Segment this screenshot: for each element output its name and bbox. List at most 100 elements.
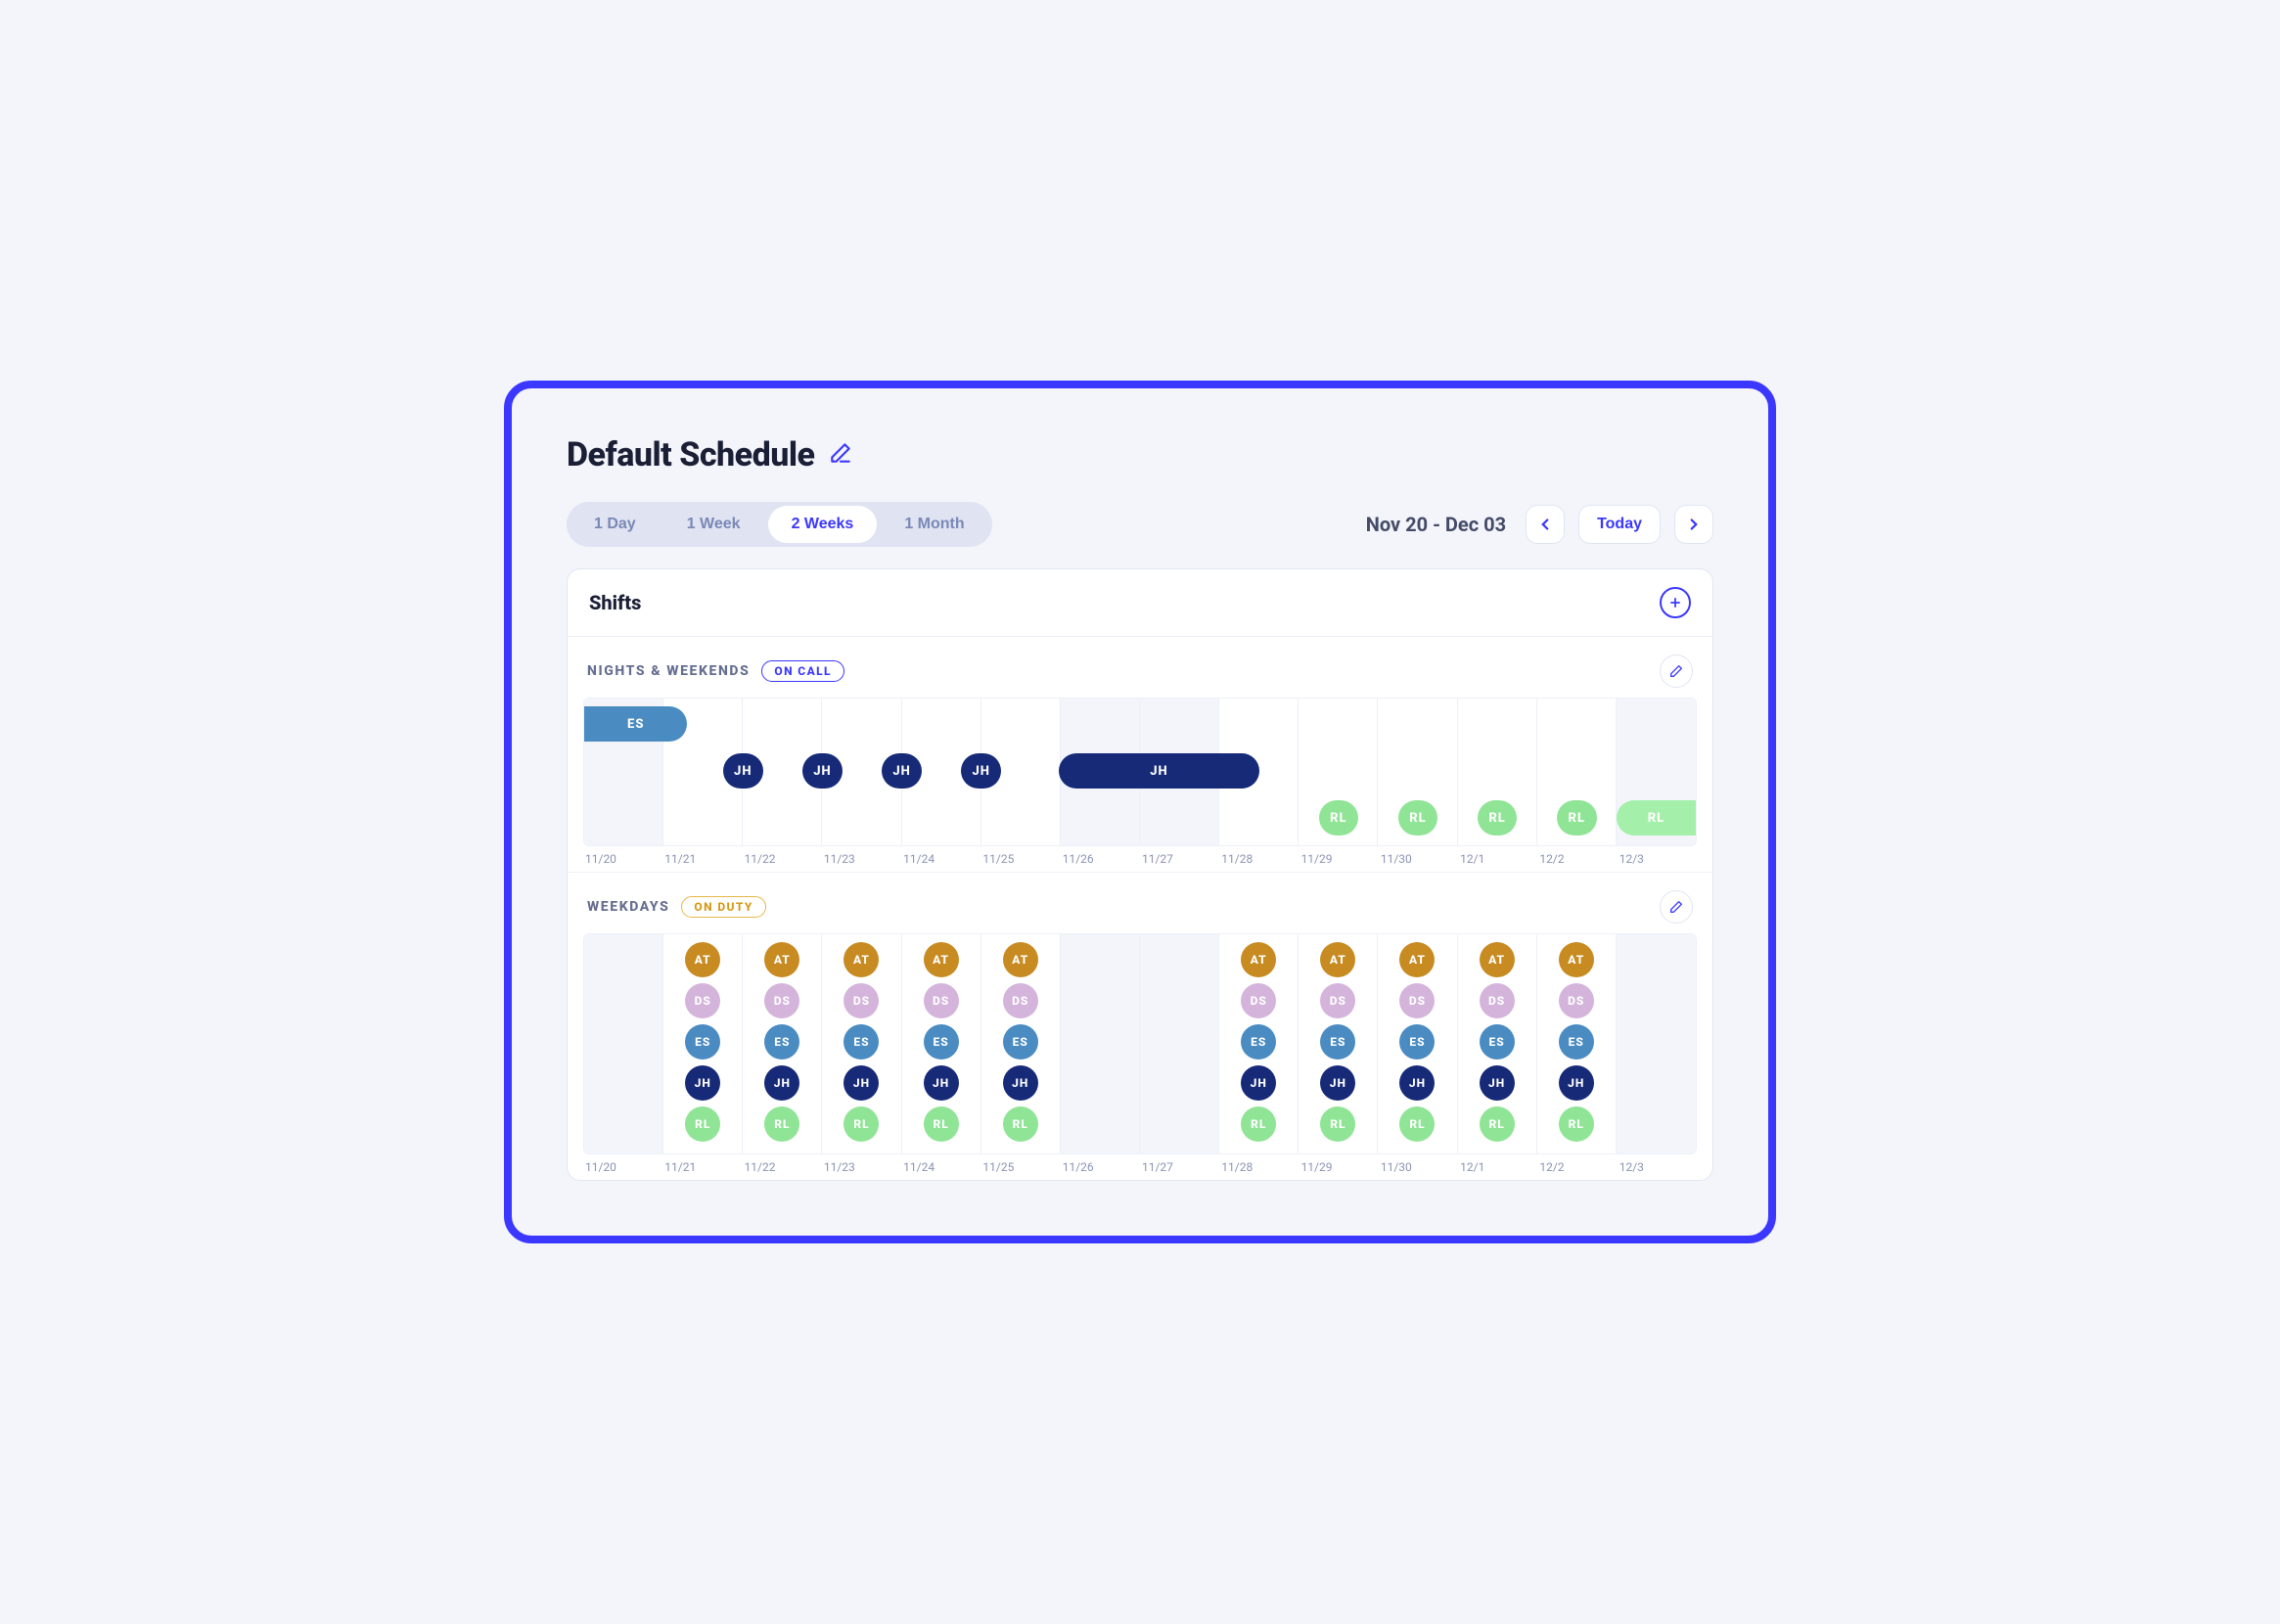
day-column: AT DS ES JH RL [743, 934, 822, 1153]
date-label: 11/28 [1219, 1160, 1299, 1174]
shift-segment[interactable]: RL [1557, 800, 1597, 835]
person-chip[interactable]: DS [685, 983, 720, 1018]
section-title: WEEKDAYS [587, 899, 669, 915]
range-controls: Nov 20 - Dec 03 Today [1366, 505, 1713, 544]
prev-range-button[interactable] [1526, 505, 1565, 544]
date-label: 11/23 [822, 852, 901, 866]
person-chip[interactable]: JH [764, 1065, 799, 1101]
person-chip[interactable]: RL [844, 1106, 879, 1142]
person-chip[interactable]: ES [685, 1024, 720, 1060]
person-chip[interactable]: JH [1559, 1065, 1594, 1101]
app-frame: Default Schedule 1 Day1 Week2 Weeks1 Mon… [504, 381, 1776, 1243]
person-chip[interactable]: JH [1480, 1065, 1515, 1101]
person-chip[interactable]: RL [685, 1106, 720, 1142]
person-chip[interactable]: RL [924, 1106, 959, 1142]
next-range-button[interactable] [1674, 505, 1713, 544]
person-chip[interactable]: ES [1399, 1024, 1435, 1060]
person-chip[interactable]: AT [1399, 942, 1435, 977]
section-weekdays: WEEKDAYS ON DUTY AT DS ES JH RL AT DS ES JH RL AT D… [568, 873, 1712, 1180]
shift-segment[interactable]: JH [961, 753, 1001, 789]
date-label: 12/1 [1458, 1160, 1537, 1174]
on-duty-badge: ON DUTY [681, 896, 765, 918]
person-chip[interactable]: AT [844, 942, 879, 977]
person-chip[interactable]: DS [1003, 983, 1038, 1018]
person-chip[interactable]: JH [844, 1065, 879, 1101]
person-chip[interactable]: JH [1003, 1065, 1038, 1101]
person-chip[interactable]: ES [1241, 1024, 1276, 1060]
person-chip[interactable]: ES [1003, 1024, 1038, 1060]
date-label: 11/29 [1300, 1160, 1379, 1174]
person-chip[interactable]: ES [924, 1024, 959, 1060]
person-chip[interactable]: ES [1559, 1024, 1594, 1060]
shift-segment[interactable]: RL [1617, 800, 1696, 835]
nights-grid: ES JH JH JH JH JH RL RL RL RL RL [583, 698, 1697, 846]
today-button[interactable]: Today [1578, 505, 1661, 544]
day-column: AT DS ES JH RL [1219, 934, 1299, 1153]
shifts-panel: Shifts NIGHTS & WEEKENDS ON CALL ESJHJHJ… [567, 568, 1713, 1181]
person-chip[interactable]: AT [1480, 942, 1515, 977]
person-chip[interactable]: DS [844, 983, 879, 1018]
shift-segment[interactable]: RL [1319, 800, 1359, 835]
person-chip[interactable]: DS [924, 983, 959, 1018]
shift-segment[interactable]: RL [1398, 800, 1438, 835]
edit-title-icon[interactable] [828, 440, 853, 470]
shift-segment[interactable]: JH [723, 753, 763, 789]
shift-segment[interactable]: JH [882, 753, 922, 789]
person-chip[interactable]: RL [1480, 1106, 1515, 1142]
person-chip[interactable]: DS [1399, 983, 1435, 1018]
person-chip[interactable]: JH [924, 1065, 959, 1101]
segment-option[interactable]: 1 Week [663, 506, 764, 543]
shift-segment[interactable]: ES [584, 706, 687, 742]
person-chip[interactable]: AT [1003, 942, 1038, 977]
shift-segment[interactable]: JH [1059, 753, 1258, 789]
person-chip[interactable]: AT [764, 942, 799, 977]
segment-option[interactable]: 1 Month [881, 506, 987, 543]
person-chip[interactable]: DS [1559, 983, 1594, 1018]
date-label: 11/24 [901, 852, 980, 866]
person-chip[interactable]: RL [1241, 1106, 1276, 1142]
date-label: 11/23 [822, 1160, 901, 1174]
edit-section-button[interactable] [1660, 654, 1693, 688]
date-label: 11/24 [901, 1160, 980, 1174]
person-chip[interactable]: RL [1320, 1106, 1355, 1142]
day-column [1617, 934, 1696, 1153]
day-column: AT DS ES JH RL [1537, 934, 1617, 1153]
person-chip[interactable]: AT [1559, 942, 1594, 977]
person-chip[interactable]: JH [685, 1065, 720, 1101]
date-label: 11/30 [1379, 852, 1458, 866]
person-chip[interactable]: RL [1399, 1106, 1435, 1142]
person-chip[interactable]: RL [764, 1106, 799, 1142]
person-chip[interactable]: AT [685, 942, 720, 977]
on-call-badge: ON CALL [761, 660, 844, 682]
day-column: AT DS ES JH RL [1378, 934, 1457, 1153]
person-chip[interactable]: ES [1480, 1024, 1515, 1060]
person-chip[interactable]: RL [1559, 1106, 1594, 1142]
person-chip[interactable]: AT [924, 942, 959, 977]
person-chip[interactable]: JH [1399, 1065, 1435, 1101]
add-shift-button[interactable] [1660, 587, 1691, 618]
person-chip[interactable]: DS [1480, 983, 1515, 1018]
edit-section-button[interactable] [1660, 890, 1693, 924]
date-label: 11/25 [980, 852, 1060, 866]
day-column: AT DS ES JH RL [981, 934, 1061, 1153]
date-label: 11/20 [583, 852, 662, 866]
title-row: Default Schedule [567, 435, 1713, 474]
person-chip[interactable]: JH [1320, 1065, 1355, 1101]
range-segmented-control: 1 Day1 Week2 Weeks1 Month [567, 502, 992, 547]
segment-option[interactable]: 2 Weeks [768, 506, 878, 543]
shift-segment[interactable]: JH [802, 753, 843, 789]
person-chip[interactable]: ES [764, 1024, 799, 1060]
person-chip[interactable]: DS [1320, 983, 1355, 1018]
shift-segment[interactable]: RL [1478, 800, 1518, 835]
person-chip[interactable]: DS [1241, 983, 1276, 1018]
person-chip[interactable]: AT [1320, 942, 1355, 977]
person-chip[interactable]: AT [1241, 942, 1276, 977]
person-chip[interactable]: ES [1320, 1024, 1355, 1060]
person-chip[interactable]: JH [1241, 1065, 1276, 1101]
segment-option[interactable]: 1 Day [570, 506, 660, 543]
person-chip[interactable]: RL [1003, 1106, 1038, 1142]
date-label: 11/22 [743, 852, 822, 866]
weekdays-grid: AT DS ES JH RL AT DS ES JH RL AT DS ES JH RL AT DS ES JH RL… [583, 933, 1697, 1154]
person-chip[interactable]: ES [844, 1024, 879, 1060]
person-chip[interactable]: DS [764, 983, 799, 1018]
